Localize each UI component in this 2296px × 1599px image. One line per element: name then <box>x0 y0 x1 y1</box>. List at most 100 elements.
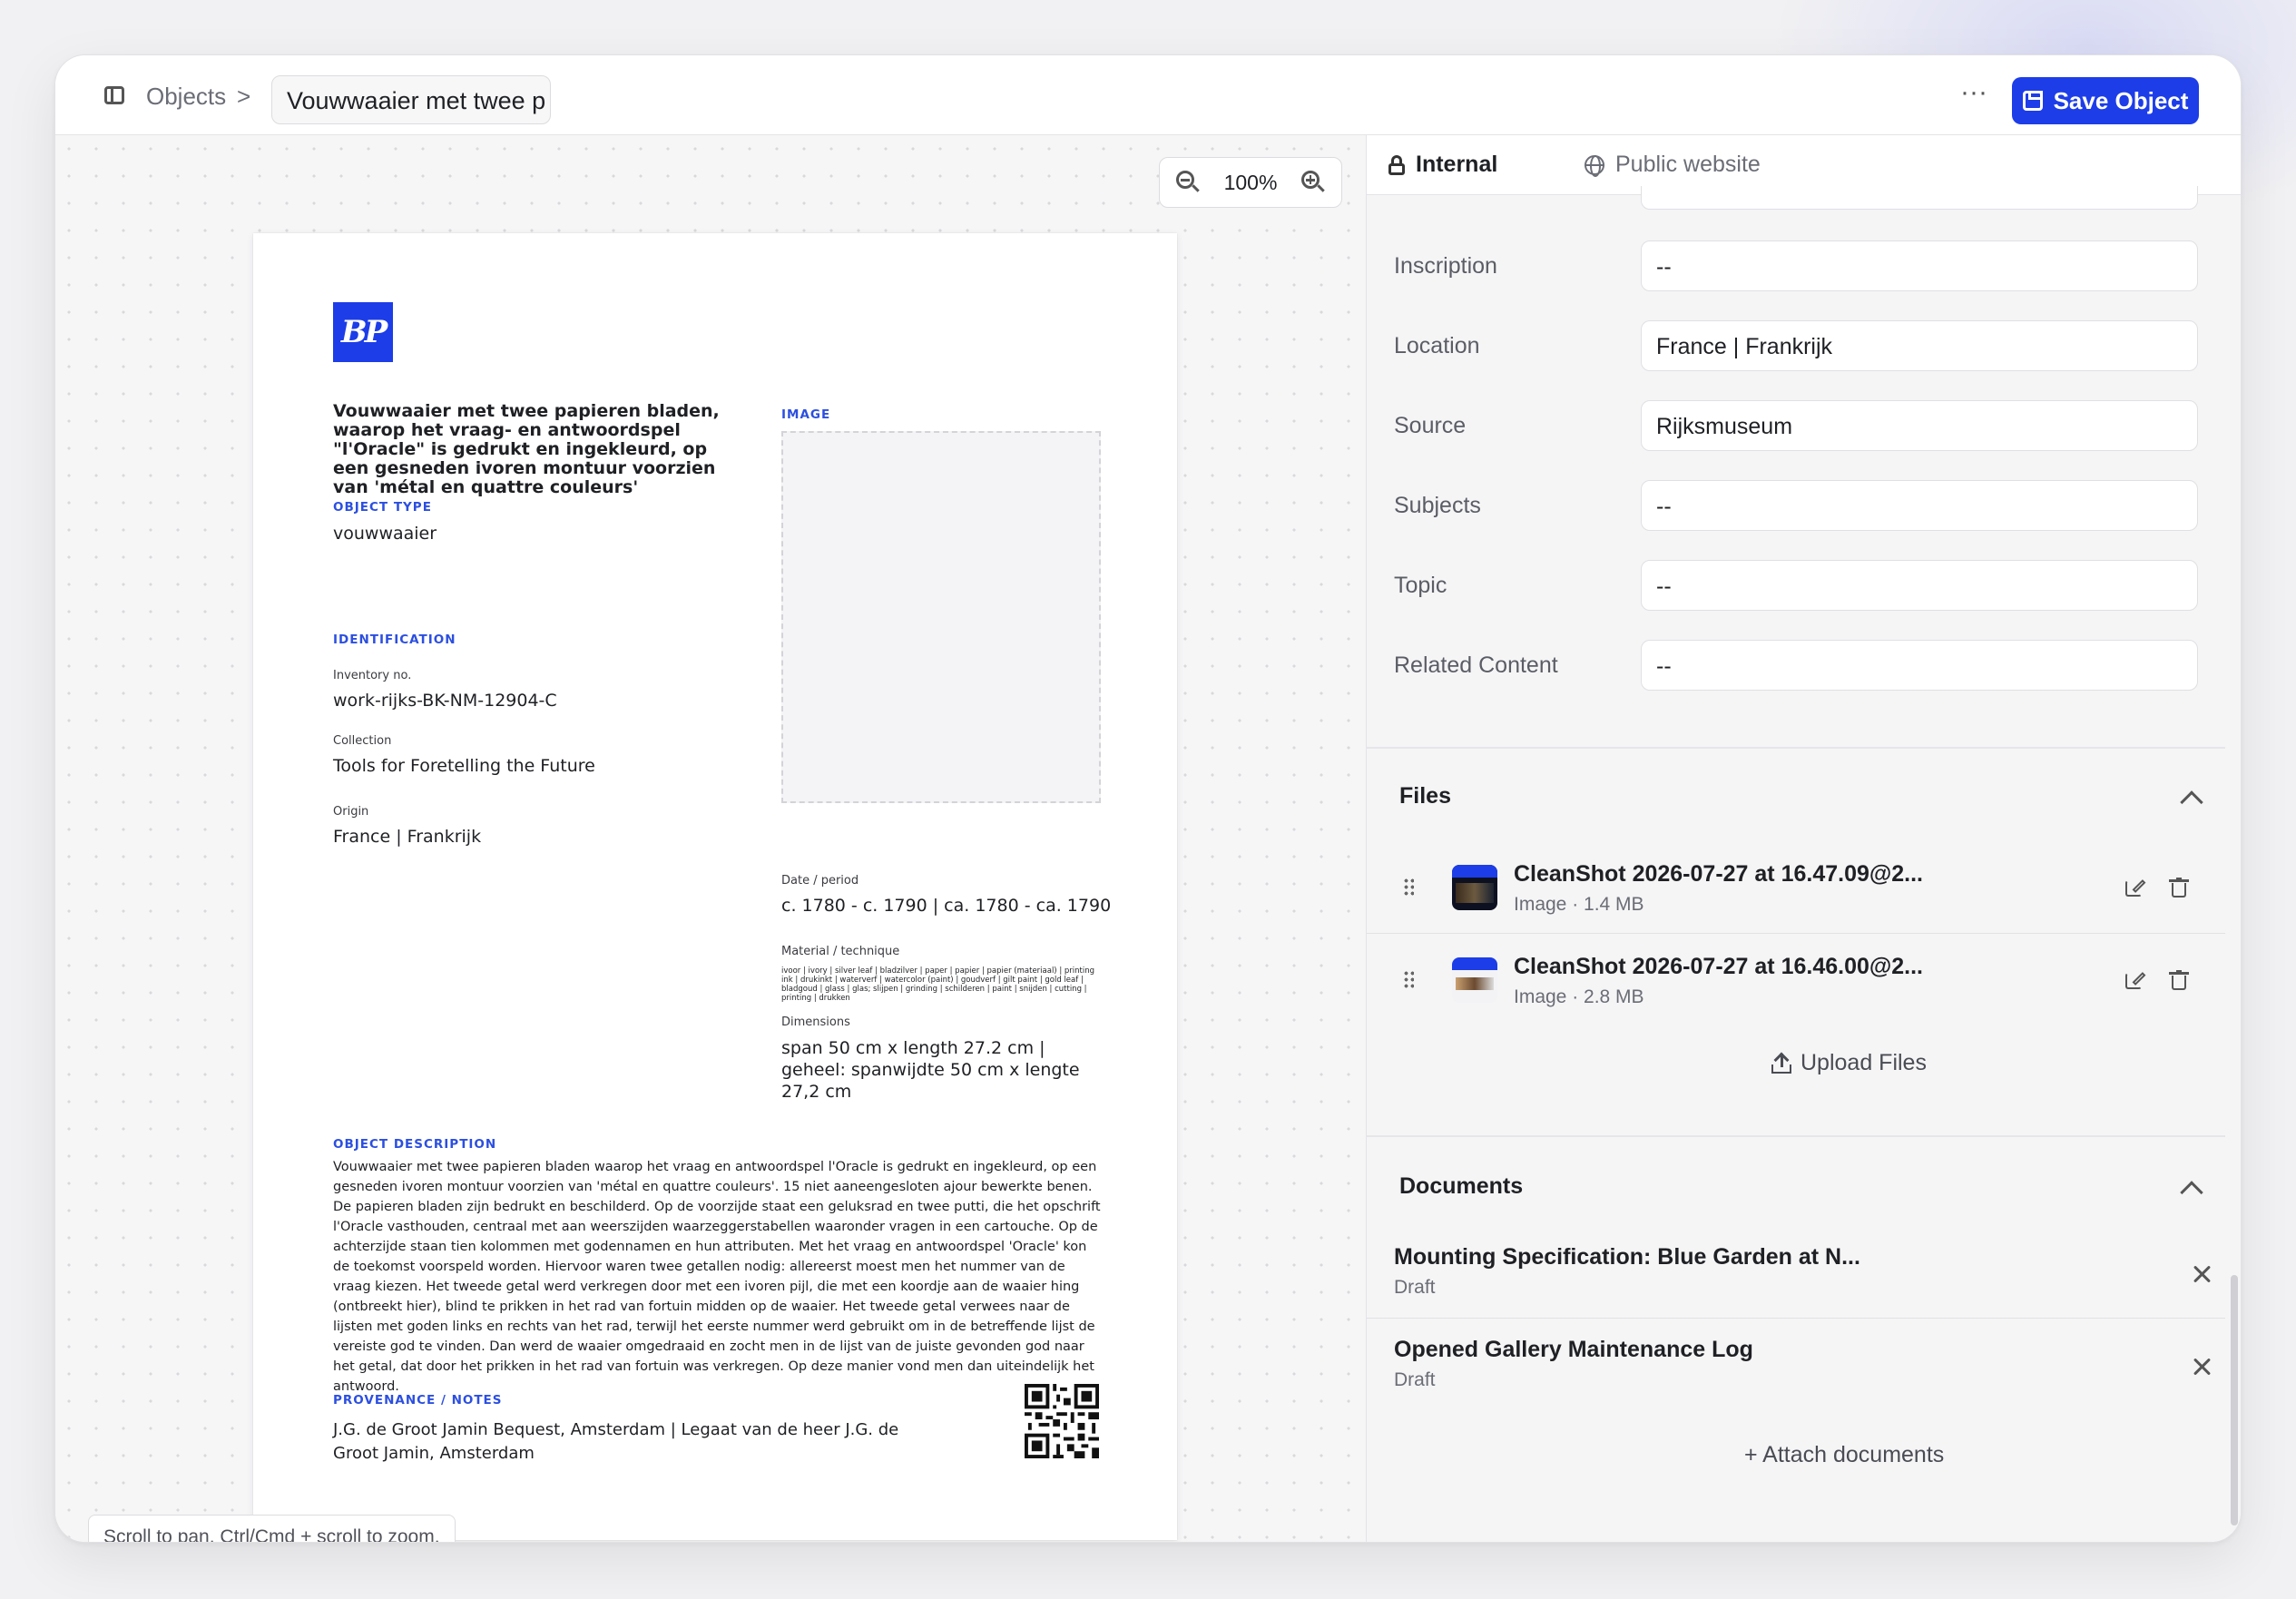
panel-scrollbar[interactable] <box>2231 1275 2238 1525</box>
chevron-up-icon[interactable] <box>2180 790 2203 814</box>
document-status: Draft <box>1394 1277 1436 1298</box>
inscription-input[interactable]: -- <box>1641 240 2198 291</box>
provenance-text: J.G. de Groot Jamin Bequest, Amsterdam |… <box>333 1420 899 1463</box>
zoom-in-icon[interactable] <box>1300 171 1325 194</box>
app-window: Objects > Vouwwaaier met twee p ··· Save… <box>54 54 2242 1543</box>
field-row-source: Source Rijksmuseum <box>1394 400 2229 451</box>
file-item[interactable]: CleanShot 2026-07-27 at 16.46.00@2... Im… <box>1367 936 2225 1026</box>
material-label: Material / technique <box>781 945 900 958</box>
identification-label: IDENTIFICATION <box>333 633 456 647</box>
globe-icon <box>1585 154 1604 177</box>
related-content-input[interactable]: -- <box>1641 640 2198 691</box>
subjects-input[interactable]: -- <box>1641 480 2198 531</box>
file-thumbnail <box>1452 957 1497 1003</box>
inventory-label: Inventory no. <box>333 669 412 682</box>
tab-internal[interactable]: Internal <box>1388 152 1497 178</box>
dimensions-label: Dimensions <box>781 1015 850 1029</box>
field-row-inscription: Inscription -- <box>1394 240 2229 291</box>
material-value: ivoor | ivory | silver leaf | bladzilver… <box>781 966 1095 1003</box>
related-content-label: Related Content <box>1394 652 1558 678</box>
brand-logo: BP <box>333 302 393 362</box>
date-value: c. 1780 - c. 1790 | ca. 1780 - ca. 1790 <box>781 896 1112 916</box>
description-label: OBJECT DESCRIPTION <box>333 1137 497 1152</box>
object-type-label: OBJECT TYPE <box>333 500 432 515</box>
file-name: CleanShot 2026-07-27 at 16.47.09@2... <box>1514 861 1924 887</box>
partial-field-input[interactable] <box>1641 186 2198 210</box>
origin-value: France | Frankrijk <box>333 827 482 847</box>
close-icon[interactable] <box>2193 1357 2213 1377</box>
breadcrumb-objects-link[interactable]: Objects <box>146 83 226 111</box>
tab-public-website[interactable]: Public website <box>1585 152 1761 178</box>
trash-icon[interactable] <box>2169 878 2189 898</box>
dimensions-value: span 50 cm x length 27.2 cm | geheel: sp… <box>781 1038 1080 1102</box>
edit-icon[interactable] <box>2125 970 2146 990</box>
subjects-label: Subjects <box>1394 493 1481 518</box>
save-object-button[interactable]: Save Object <box>2012 77 2199 124</box>
field-row-location: Location France | Frankrijk <box>1394 320 2229 371</box>
attach-documents-button[interactable]: + Attach documents <box>1744 1442 1944 1468</box>
files-section-title[interactable]: Files <box>1399 783 1451 809</box>
save-icon <box>2022 91 2043 111</box>
source-input[interactable]: Rijksmuseum <box>1641 400 2198 451</box>
chevron-right-icon: > <box>237 83 251 110</box>
tab-public-website-label: Public website <box>1615 152 1761 177</box>
zoom-level: 100% <box>1223 170 1278 194</box>
image-label: IMAGE <box>781 407 831 422</box>
image-placeholder <box>781 431 1101 803</box>
details-panel: Internal Public website Inscription -- L… <box>1366 135 2241 1542</box>
object-label-page: BP Vouwwaaier met twee papieren bladen, … <box>253 233 1177 1540</box>
field-row-topic: Topic -- <box>1394 560 2229 611</box>
sidebar-toggle-icon[interactable] <box>104 86 124 104</box>
more-options-button[interactable]: ··· <box>1956 79 1992 112</box>
date-label: Date / period <box>781 874 859 888</box>
collection-label: Collection <box>333 734 392 748</box>
collection-value: Tools for Foretelling the Future <box>333 756 595 776</box>
attach-documents-label: + Attach documents <box>1744 1442 1945 1467</box>
field-row-related-content: Related Content -- <box>1394 640 2229 691</box>
preview-canvas[interactable]: 100% BP Vouwwaaier met twee papieren bla… <box>55 135 1366 1542</box>
trash-icon[interactable] <box>2169 970 2189 990</box>
inscription-label: Inscription <box>1394 253 1497 279</box>
document-name: Mounting Specification: Blue Garden at N… <box>1394 1244 1860 1270</box>
file-thumbnail <box>1452 865 1497 910</box>
field-row-partial <box>1394 186 2229 210</box>
inventory-value: work-rijks-BK-NM-12904-C <box>333 691 557 711</box>
file-name: CleanShot 2026-07-27 at 16.46.00@2... <box>1514 954 1924 979</box>
close-icon[interactable] <box>2193 1264 2213 1284</box>
drag-handle-icon[interactable] <box>1403 970 1414 990</box>
divider <box>1367 747 2225 749</box>
qr-code <box>1025 1384 1099 1458</box>
document-item[interactable]: Mounting Specification: Blue Garden at N… <box>1367 1228 2225 1319</box>
drag-handle-icon[interactable] <box>1403 878 1414 898</box>
save-object-label: Save Object <box>2053 86 2189 114</box>
location-input[interactable]: France | Frankrijk <box>1641 320 2198 371</box>
chevron-up-icon[interactable] <box>2180 1181 2203 1204</box>
document-status: Draft <box>1394 1369 1436 1390</box>
field-row-subjects: Subjects -- <box>1394 480 2229 531</box>
file-meta: Image · 2.8 MB <box>1514 986 1644 1007</box>
zoom-controls: 100% <box>1159 157 1342 208</box>
location-label: Location <box>1394 333 1480 358</box>
document-name: Opened Gallery Maintenance Log <box>1394 1337 1753 1362</box>
upload-files-label: Upload Files <box>1800 1050 1927 1075</box>
document-title: Vouwwaaier met twee papieren bladen, waa… <box>333 401 720 497</box>
object-title-input[interactable]: Vouwwaaier met twee p <box>271 75 551 124</box>
document-item[interactable]: Opened Gallery Maintenance Log Draft <box>1367 1320 2225 1411</box>
topic-input[interactable]: -- <box>1641 560 2198 611</box>
edit-icon[interactable] <box>2125 878 2146 898</box>
file-item[interactable]: CleanShot 2026-07-27 at 16.47.09@2... Im… <box>1367 843 2225 934</box>
documents-section-title[interactable]: Documents <box>1399 1173 1523 1200</box>
lock-icon <box>1388 154 1405 175</box>
top-bar: Objects > Vouwwaaier met twee p ··· Save… <box>55 55 2241 135</box>
topic-label: Topic <box>1394 573 1447 598</box>
tab-internal-label: Internal <box>1416 152 1498 177</box>
source-label: Source <box>1394 413 1467 438</box>
object-type-value: vouwwaaier <box>333 524 437 544</box>
zoom-out-icon[interactable] <box>1176 171 1200 194</box>
canvas-hint: Scroll to pan. Ctrl/Cmd + scroll to zoom… <box>88 1515 456 1542</box>
upload-files-button[interactable]: Upload Files <box>1771 1050 1927 1076</box>
divider <box>1367 1135 2225 1137</box>
origin-label: Origin <box>333 805 369 819</box>
upload-icon <box>1771 1052 1791 1074</box>
description-text: Vouwwaaier met twee papieren bladen waar… <box>333 1160 1101 1394</box>
